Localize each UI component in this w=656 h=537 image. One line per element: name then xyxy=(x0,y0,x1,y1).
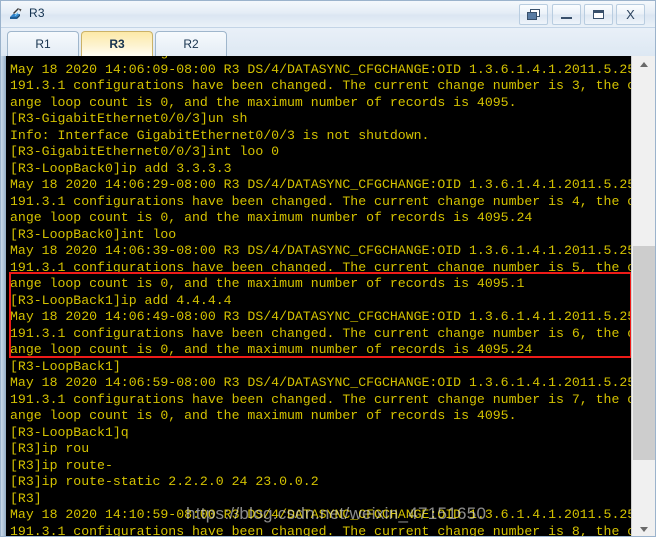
terminal-line: [R3-LoopBack0]ip add 3.3.3.3 xyxy=(10,160,232,176)
terminal-line: ange loop count is 0, and the maximum nu… xyxy=(10,276,525,291)
scrollbar-thumb[interactable] xyxy=(633,246,655,460)
terminal-line: 191.3.1 configurations have been changed… xyxy=(10,259,631,275)
terminal-line: [R3-GigabitEthernet0/0/3]un sh xyxy=(10,111,248,126)
maximize-button[interactable] xyxy=(584,4,613,25)
title-bar: R3 X xyxy=(1,1,655,28)
terminal-line: May 18 2020 14:06:29-08:00 R3 DS/4/DATAS… xyxy=(10,177,631,192)
terminal-line: May 18 2020 14:06:59-08:00 R3 DS/4/DATAS… xyxy=(10,375,631,390)
terminal-area: on the interface GigabitEthernet0/0/3 ha… xyxy=(1,56,655,537)
terminal-line: [R3-LoopBack1]q xyxy=(10,424,129,440)
terminal-line: [R3] xyxy=(10,490,42,506)
minimize-button[interactable] xyxy=(552,4,581,25)
scrollbar-track-upper[interactable] xyxy=(632,73,655,246)
terminal-line: [R3-LoopBack1]ip add 4.4.4.4 xyxy=(10,292,232,308)
terminal-line: [R3-LoopBack1] xyxy=(10,358,121,374)
terminal-window: R3 X R1 R3 R2 on the interface GigabitEt… xyxy=(0,0,656,537)
terminal-line: May 18 2020 14:06:49-08:00 R3 DS/4/DATAS… xyxy=(10,309,631,324)
terminal-line: May 18 2020 14:06:09-08:00 R3 DS/4/DATAS… xyxy=(10,61,631,77)
scroll-up-arrow-icon[interactable] xyxy=(632,56,655,73)
tab-r2[interactable]: R2 xyxy=(155,31,227,56)
close-button[interactable]: X xyxy=(616,4,645,25)
router-icon xyxy=(10,8,22,19)
minimize-icon xyxy=(561,17,572,19)
scroll-down-arrow-icon[interactable] xyxy=(632,521,655,536)
terminal-line: [R3]ip route-static 2.2.2.0 24 23.0.0.2 xyxy=(10,474,319,489)
terminal-console[interactable]: on the interface GigabitEthernet0/0/3 ha… xyxy=(6,56,631,537)
terminal-line: May 18 2020 14:10:59-08:00 R3 DS/4/DATAS… xyxy=(10,507,631,522)
terminal-line: [R3-LoopBack0]int loo xyxy=(10,226,177,242)
tab-r1[interactable]: R1 xyxy=(7,31,79,56)
window-title: R3 xyxy=(29,6,45,20)
terminal-line: ange loop count is 0, and the maximum nu… xyxy=(10,342,533,357)
terminal-line: 191.3.1 configurations have been changed… xyxy=(10,78,631,93)
restore-down-icon xyxy=(527,9,540,20)
terminal-line: ange loop count is 0, and the maximum nu… xyxy=(10,210,533,225)
terminal-line: [R3]ip rou xyxy=(10,441,90,456)
terminal-line: ange loop count is 0, and the maximum nu… xyxy=(10,408,517,423)
tab-r3[interactable]: R3 xyxy=(81,31,153,56)
restore-down-button[interactable] xyxy=(519,4,548,25)
terminal-line: [R3-GigabitEthernet0/0/3]int loo 0 xyxy=(10,144,280,159)
terminal-line: 191.3.1 configurations have been changed… xyxy=(10,193,631,209)
terminal-line: 191.3.1 configurations have been changed… xyxy=(10,523,631,537)
vertical-scrollbar[interactable] xyxy=(631,56,655,536)
maximize-icon xyxy=(593,10,604,19)
tab-strip: R1 R3 R2 xyxy=(1,28,655,56)
terminal-line: 191.3.1 configurations have been changed… xyxy=(10,391,631,407)
terminal-line: [R3]ip route- xyxy=(10,457,113,473)
triangle-down-icon xyxy=(640,527,648,532)
close-icon: X xyxy=(626,7,635,22)
terminal-output: on the interface GigabitEthernet0/0/3 ha… xyxy=(10,56,631,537)
terminal-line: Info: Interface GigabitEthernet0/0/3 is … xyxy=(10,127,430,143)
terminal-line: May 18 2020 14:06:39-08:00 R3 DS/4/DATAS… xyxy=(10,243,631,258)
terminal-line: ange loop count is 0, and the maximum nu… xyxy=(10,94,517,110)
terminal-line: 191.3.1 configurations have been changed… xyxy=(10,325,631,341)
triangle-up-icon xyxy=(640,62,648,67)
